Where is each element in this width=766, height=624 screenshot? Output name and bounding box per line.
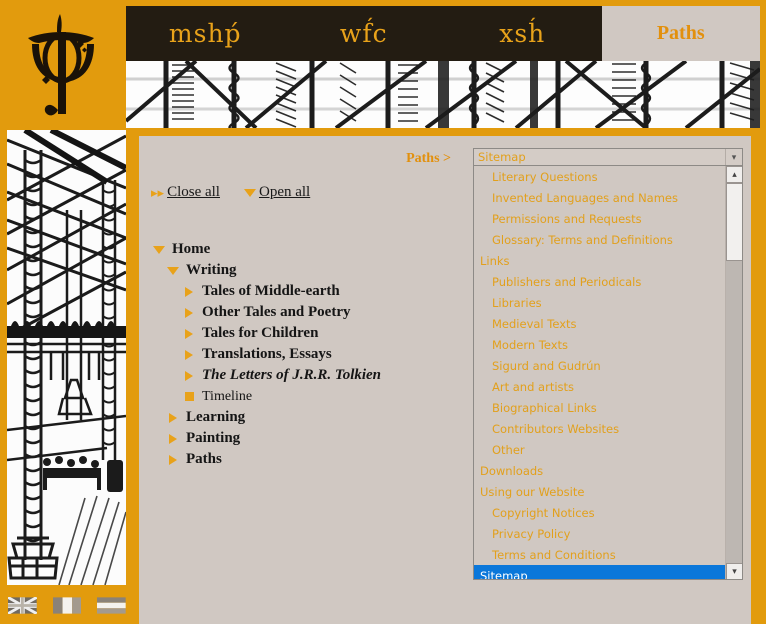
option-item[interactable]: Medieval Texts [474,313,726,334]
breadcrumb: Paths > [406,151,451,166]
triangle-right-icon[interactable] [183,370,195,381]
triangle-right-icon[interactable] [167,433,179,444]
tree-node-the-letters-of-jrr-tolkien[interactable]: The Letters of J.R.R. Tolkien [183,365,481,386]
tree-controls: ▸▸ Close all Open all [151,184,314,201]
tree-node-label: Other Tales and Poetry [202,304,351,320]
option-item[interactable]: Copyright Notices [474,502,726,523]
triangle-right-icon[interactable] [183,328,195,339]
option-item[interactable]: Permissions and Requests [474,208,726,229]
tree-node-paths[interactable]: Paths [167,449,481,470]
tree-node-label: Learning [186,409,246,425]
tree-node-other-tales-and-poetry[interactable]: Other Tales and Poetry [183,302,481,323]
tree-node-learning[interactable]: Learning [167,407,481,428]
option-item[interactable]: Other [474,439,726,460]
monogram-icon [28,14,94,116]
tree-node-translations-essays[interactable]: Translations, Essays [183,344,481,365]
option-item[interactable]: Publishers and Periodicals [474,271,726,292]
sitemap-select: Sitemap ▾ Literary Questions Invented La… [473,148,743,580]
sitemap-select-value: Sitemap [478,150,526,164]
language-flag-bar [8,593,127,617]
option-item[interactable]: Literary Questions [474,166,726,187]
triangle-down-icon[interactable] [153,245,165,254]
sitemap-select-box[interactable]: Sitemap ▾ [473,148,743,166]
option-item[interactable]: Privacy Policy [474,523,726,544]
tree-node-tales-of-middle-earth[interactable]: Tales of Middle-earth [183,281,481,302]
flag-united-kingdom-icon[interactable] [8,596,37,614]
sitemap-option-list: Literary Questions Invented Languages an… [473,166,743,580]
tree-node-label: Timeline [202,388,253,404]
tree-node-timeline[interactable]: Timeline [183,386,481,407]
tree-node-painting[interactable]: Painting [167,428,481,449]
tree-node-label: Translations, Essays [202,346,332,362]
option-item[interactable]: Biographical Links [474,397,726,418]
navigation-tree: Home Writing Tales of Middle-earth Other… [151,239,481,470]
tree-node-label: The Letters of J.R.R. Tolkien [202,367,382,383]
open-all-button[interactable]: Open all [243,184,314,201]
flag-striped-icon[interactable] [97,596,127,614]
triangle-down-icon[interactable] [167,266,179,275]
scrollbar-thumb[interactable] [726,183,742,261]
timber-engraving-icon [126,61,760,128]
nav-tab-3[interactable]: xsh́ [443,6,602,61]
option-group-downloads[interactable]: Downloads [474,460,726,481]
option-item[interactable]: Invented Languages and Names [474,187,726,208]
option-group-using-our-website[interactable]: Using our Website [474,481,726,502]
open-all-label: Open all [258,184,311,200]
option-item[interactable]: Terms and Conditions [474,544,726,565]
header-band: mshṕ wf́c xsh́ Paths [126,6,760,61]
flag-italy-icon[interactable] [52,596,82,614]
close-all-label: Close all [167,184,220,200]
timber-hall-drawing-icon [7,130,126,585]
chevron-down-icon[interactable]: ▾ [725,149,742,165]
tree-node-label: Home [172,241,211,257]
main-content-panel: Paths > ▸▸ Close all Open all Home Writi… [135,136,751,624]
option-item-sitemap-selected[interactable]: Sitemap [474,565,726,579]
tree-node-tales-for-children[interactable]: Tales for Children [183,323,481,344]
triangle-right-icon[interactable] [183,307,195,318]
square-icon [183,392,195,401]
option-item[interactable]: Contributors Websites [474,418,726,439]
close-all-button[interactable]: ▸▸ Close all [151,184,224,201]
option-list-scrollbar[interactable]: ▴ ▾ [725,166,742,579]
triangle-right-icon[interactable] [167,454,179,465]
logo-area [0,0,126,127]
tree-node-label: Writing [186,262,237,278]
triangle-right-icon[interactable] [167,412,179,423]
chevron-down-icon[interactable]: ▾ [726,563,742,579]
scrollbar-track[interactable] [726,183,742,563]
sidebar-illustration [7,130,126,585]
header-banner-illustration [126,61,760,128]
triangle-down-icon [243,188,256,197]
tree-node-label: Painting [186,430,241,446]
tree-node-label: Tales for Children [202,325,319,341]
option-group-links[interactable]: Links [474,250,726,271]
chevron-up-icon[interactable]: ▴ [726,166,742,183]
option-item[interactable]: Sigurd and Gudrún [474,355,726,376]
sitemap-option-scroll: Literary Questions Invented Languages an… [474,166,726,579]
left-sidebar [0,127,127,624]
tree-node-label: Paths [186,451,222,467]
tree-node-label: Tales of Middle-earth [202,283,340,299]
option-item[interactable]: Glossary: Terms and Definitions [474,229,726,250]
double-chevron-right-icon: ▸▸ [151,185,165,200]
triangle-right-icon[interactable] [183,286,195,297]
triangle-right-icon[interactable] [183,349,195,360]
option-item[interactable]: Art and artists [474,376,726,397]
tolkien-monogram-logo[interactable] [14,10,112,118]
option-item[interactable]: Libraries [474,292,726,313]
main-navigation: mshṕ wf́c xsh́ Paths [126,6,760,61]
tree-node-home[interactable]: Home [153,239,481,260]
tree-node-writing[interactable]: Writing [167,260,481,281]
nav-tab-2[interactable]: wf́c [285,6,444,61]
nav-tab-1[interactable]: mshṕ [126,6,285,61]
page-root: mshṕ wf́c xsh́ Paths Paths > ▸▸ Close a… [0,0,766,624]
option-item[interactable]: Modern Texts [474,334,726,355]
nav-tab-paths[interactable]: Paths [601,6,760,61]
